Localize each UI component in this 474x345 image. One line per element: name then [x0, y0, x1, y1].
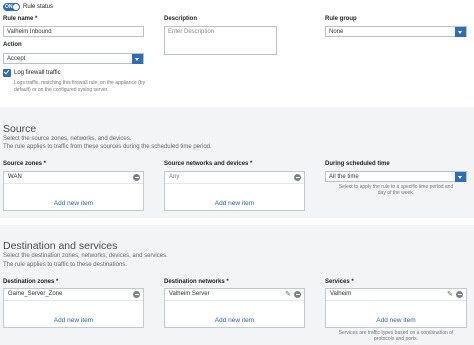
add-destination-network-button[interactable]: Add new item — [165, 317, 304, 324]
remove-icon[interactable] — [294, 174, 301, 181]
destination-title: Destination and services — [3, 240, 118, 252]
services-label: Services * — [325, 279, 354, 285]
remove-icon[interactable] — [133, 291, 140, 298]
source-desc-1: Select the source zones, networks, and d… — [3, 136, 132, 142]
destination-desc-2: The rule applies to traffic to these des… — [3, 262, 127, 268]
remove-icon[interactable] — [294, 291, 301, 298]
list-item: Valheim Server ✎ — [165, 289, 304, 301]
services-help: Services are traffic types based on a co… — [325, 330, 467, 342]
description-placeholder: Enter Description — [168, 29, 215, 35]
caret-down-icon — [455, 172, 466, 182]
action-select[interactable]: Accept — [3, 53, 144, 64]
rule-name-input[interactable]: Valheim Inbound — [3, 26, 144, 37]
destination-zone-item: Game_Server_Zone — [8, 291, 63, 297]
destination-networks-label: Destination networks * — [164, 279, 229, 285]
rule-status-toggle[interactable]: ON — [3, 3, 20, 11]
remove-icon[interactable] — [133, 174, 140, 181]
source-network-item: Any — [169, 174, 180, 180]
destination-network-item: Valheim Server — [169, 291, 210, 297]
list-item: Valheim ✎ — [326, 289, 466, 301]
source-zone-item: WAN — [8, 174, 22, 180]
destination-zones-label: Destination zones * — [3, 279, 59, 285]
toggle-knob-icon — [13, 4, 19, 10]
caret-down-icon — [132, 54, 143, 64]
action-value: Accept — [7, 56, 26, 62]
rule-status-label: Rule status — [23, 4, 54, 10]
rule-name-label: Rule name * — [3, 16, 38, 22]
remove-icon[interactable] — [456, 291, 463, 298]
schedule-help-2: day of the week. — [377, 190, 415, 196]
log-traffic-help-1: Logs traffic, matching this firewall rul… — [14, 80, 146, 86]
source-zones-label: Source zones * — [3, 161, 47, 167]
add-destination-zone-button[interactable]: Add new item — [4, 317, 143, 324]
schedule-select[interactable]: All the time — [325, 171, 467, 182]
checkbox-checked-icon — [3, 68, 10, 75]
source-title: Source — [3, 123, 37, 135]
add-source-network-button[interactable]: Add new item — [165, 200, 304, 207]
toggle-text: ON — [5, 4, 13, 10]
destination-zones-list: Game_Server_Zone Add new item — [3, 288, 144, 328]
rule-group-label: Rule group — [325, 16, 357, 22]
caret-down-icon — [455, 27, 466, 37]
pencil-icon[interactable]: ✎ — [285, 291, 292, 298]
destination-desc-1: Select the destination zones, networks, … — [3, 253, 168, 259]
source-desc-2: The rule applies to traffic from these s… — [3, 144, 212, 150]
action-label: Action — [3, 42, 22, 48]
log-traffic-label: Log firewall traffic — [14, 70, 61, 76]
rule-group-value: None — [329, 29, 344, 35]
pencil-icon[interactable]: ✎ — [447, 291, 454, 298]
source-networks-label: Source networks and devices * — [164, 161, 253, 167]
list-item: Game_Server_Zone — [4, 289, 143, 301]
description-textarea[interactable]: Enter Description — [164, 26, 277, 55]
rule-group-select[interactable]: None — [325, 26, 467, 37]
schedule-value: All the time — [329, 174, 359, 180]
add-service-button[interactable]: Add new item — [326, 317, 466, 324]
destination-networks-list: Valheim Server ✎ Add new item — [164, 288, 305, 328]
log-traffic-checkbox[interactable] — [3, 68, 11, 77]
schedule-label: During scheduled time — [325, 161, 390, 167]
service-item: Valheim — [330, 291, 352, 297]
source-networks-list: Any Add new item — [164, 171, 305, 211]
services-list: Valheim ✎ Add new item — [325, 288, 467, 328]
list-item: WAN — [4, 172, 143, 184]
log-traffic-help-2: default) or on the configured syslog ser… — [14, 87, 109, 93]
list-item: Any — [165, 172, 304, 184]
source-zones-list: WAN Add new item — [3, 171, 144, 211]
schedule-help: Select to apply the rule to a specific t… — [325, 184, 467, 196]
services-help-2: protocols and ports. — [374, 336, 418, 342]
add-source-zone-button[interactable]: Add new item — [4, 200, 143, 207]
description-label: Description — [164, 16, 198, 22]
